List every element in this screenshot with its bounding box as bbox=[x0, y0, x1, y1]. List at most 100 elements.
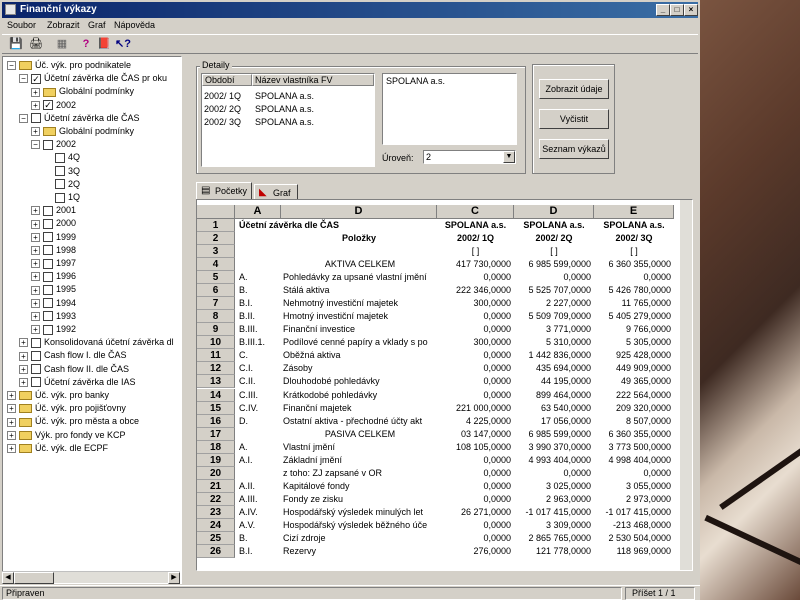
tree-checkbox[interactable] bbox=[43, 298, 53, 309]
expand-icon[interactable]: + bbox=[7, 404, 16, 414]
tree-checkbox[interactable] bbox=[55, 153, 65, 164]
menu-soubor[interactable]: Soubor bbox=[7, 20, 36, 30]
tree-item[interactable]: + Úč. výk. pro pojišťovny bbox=[7, 402, 126, 414]
tree-checkbox[interactable] bbox=[31, 113, 41, 124]
column-header-owner[interactable]: Název vlastníka FV bbox=[252, 74, 374, 86]
row-header[interactable]: 1 bbox=[197, 219, 235, 232]
close-button[interactable]: × bbox=[684, 4, 698, 16]
show-data-button[interactable]: Zobrazit údaje bbox=[539, 79, 609, 99]
corner-cell[interactable] bbox=[197, 205, 235, 219]
tree-checkbox[interactable] bbox=[43, 324, 53, 335]
tree-item[interactable]: + ✓ 2002 bbox=[31, 99, 76, 111]
row-header[interactable]: 5 bbox=[197, 271, 235, 285]
tree-checkbox[interactable] bbox=[55, 166, 65, 177]
expand-icon[interactable]: + bbox=[7, 443, 16, 453]
scroll-right-icon[interactable]: ▶ bbox=[168, 572, 180, 584]
tree-item[interactable]: − ✓ Účetní závěrka dle ČAS pr oku bbox=[19, 72, 167, 84]
chevron-down-icon[interactable]: ▼ bbox=[503, 151, 515, 163]
maximize-button[interactable]: □ bbox=[670, 4, 684, 16]
row-header[interactable]: 25 bbox=[197, 532, 235, 546]
row-header[interactable]: 17 bbox=[197, 427, 235, 441]
tree-horizontal-scrollbar[interactable]: ◀ ▶ bbox=[2, 571, 180, 584]
tree-item[interactable]: + Úč. výk. dle ECPF bbox=[7, 442, 108, 454]
column-header-d[interactable]: D bbox=[281, 205, 437, 219]
row-header[interactable]: 9 bbox=[197, 323, 235, 337]
menu-graf[interactable]: Graf bbox=[88, 20, 106, 30]
expand-icon[interactable]: + bbox=[7, 417, 16, 427]
expand-icon[interactable]: + bbox=[31, 219, 40, 229]
clear-button[interactable]: Vyčistit bbox=[539, 109, 609, 129]
expand-icon[interactable]: + bbox=[19, 377, 28, 387]
tab-table[interactable]: ▤ Početky bbox=[196, 182, 252, 200]
table-icon[interactable]: ▦ bbox=[54, 37, 70, 52]
collapse-icon[interactable]: − bbox=[7, 61, 16, 71]
period-list[interactable]: Období Název vlastníka FV 2002/ 1Q SPOLA… bbox=[201, 73, 375, 167]
tree-checkbox[interactable]: ✓ bbox=[31, 73, 41, 84]
tree-item[interactable]: + Účetní závěrka dle IAS bbox=[19, 376, 136, 388]
row-header[interactable]: 12 bbox=[197, 362, 235, 376]
tree-item[interactable]: + Cash flow I. dle ČAS bbox=[19, 349, 127, 362]
tree-item[interactable]: +2001 bbox=[31, 204, 76, 216]
list-item-period[interactable]: 2002/ 1Q bbox=[204, 90, 241, 102]
tree-item[interactable]: +1996 bbox=[31, 270, 76, 282]
collapse-icon[interactable]: − bbox=[19, 74, 28, 84]
tree-item[interactable]: 1Q bbox=[43, 191, 80, 203]
scroll-thumb[interactable] bbox=[14, 572, 54, 584]
row-header[interactable]: 10 bbox=[197, 336, 235, 350]
expand-icon[interactable]: + bbox=[31, 245, 40, 255]
tree-checkbox[interactable] bbox=[43, 205, 53, 216]
tree-checkbox[interactable] bbox=[55, 192, 65, 203]
expand-icon[interactable]: + bbox=[31, 87, 40, 97]
expand-icon[interactable]: + bbox=[31, 311, 40, 321]
tree-item[interactable]: − 2002 bbox=[31, 138, 76, 150]
row-header[interactable]: 26 bbox=[197, 545, 235, 559]
row-header[interactable]: 18 bbox=[197, 440, 235, 454]
row-header[interactable]: 3 bbox=[197, 245, 235, 258]
list-item-owner[interactable]: SPOLANA a.s. bbox=[255, 116, 314, 128]
tree-item[interactable]: − Účetní závěrka dle ČAS bbox=[19, 112, 140, 124]
tree-item[interactable]: 3Q bbox=[43, 165, 80, 177]
row-header[interactable]: 21 bbox=[197, 479, 235, 493]
scroll-left-icon[interactable]: ◀ bbox=[2, 572, 14, 584]
tree-item[interactable]: + Konsolidovaná účetní závěrka dl bbox=[19, 336, 174, 348]
report-list-button[interactable]: Seznam výkazů bbox=[539, 139, 609, 159]
minimize-button[interactable]: _ bbox=[656, 4, 670, 16]
column-header-a[interactable]: A bbox=[235, 205, 281, 219]
list-item-period[interactable]: 2002/ 2Q bbox=[204, 103, 241, 115]
menu-zobrazit[interactable]: Zobrazit bbox=[47, 20, 80, 30]
tree-checkbox[interactable] bbox=[31, 337, 41, 348]
expand-icon[interactable]: + bbox=[31, 232, 40, 242]
book-icon[interactable]: 📕 bbox=[96, 37, 112, 52]
tree-item[interactable]: 2Q bbox=[43, 178, 80, 190]
tree-item[interactable]: +1997 bbox=[31, 257, 76, 269]
help-icon[interactable]: ? bbox=[78, 37, 94, 52]
expand-icon[interactable]: + bbox=[31, 100, 40, 110]
row-header[interactable]: 11 bbox=[197, 349, 235, 363]
list-item-period[interactable]: 2002/ 3Q bbox=[204, 116, 241, 128]
row-header[interactable]: 14 bbox=[197, 388, 235, 402]
tree-item[interactable]: +1992 bbox=[31, 323, 76, 335]
print-icon[interactable]: 🖨 bbox=[28, 37, 44, 52]
list-item-owner[interactable]: SPOLANA a.s. bbox=[255, 90, 314, 102]
row-header[interactable]: 2 bbox=[197, 232, 235, 245]
collapse-icon[interactable]: − bbox=[19, 113, 28, 123]
level-select[interactable]: 2 ▼ bbox=[423, 150, 516, 164]
tree-checkbox[interactable] bbox=[43, 139, 53, 150]
expand-icon[interactable]: + bbox=[31, 272, 40, 282]
row-header[interactable]: 24 bbox=[197, 519, 235, 532]
tree-item[interactable]: + Úč. výk. pro města a obce bbox=[7, 415, 139, 427]
column-header-d2[interactable]: D bbox=[514, 205, 594, 219]
tree-checkbox[interactable] bbox=[43, 258, 53, 269]
expand-icon[interactable]: + bbox=[31, 259, 40, 269]
tree-item[interactable]: +2000 bbox=[31, 217, 76, 230]
tree-item[interactable]: − Úč. výk. pro podnikatele bbox=[7, 59, 131, 71]
menu-napoveda[interactable]: Nápověda bbox=[114, 20, 155, 30]
tree-checkbox[interactable] bbox=[31, 364, 41, 375]
tree-checkbox[interactable] bbox=[43, 219, 53, 230]
tab-graph[interactable]: ◣ Graf bbox=[254, 184, 298, 200]
grid-vertical-scrollbar[interactable] bbox=[680, 200, 692, 570]
row-header[interactable]: 6 bbox=[197, 284, 235, 298]
expand-icon[interactable]: + bbox=[31, 325, 40, 335]
expand-icon[interactable]: + bbox=[19, 351, 28, 361]
column-header-c[interactable]: C bbox=[437, 205, 514, 219]
